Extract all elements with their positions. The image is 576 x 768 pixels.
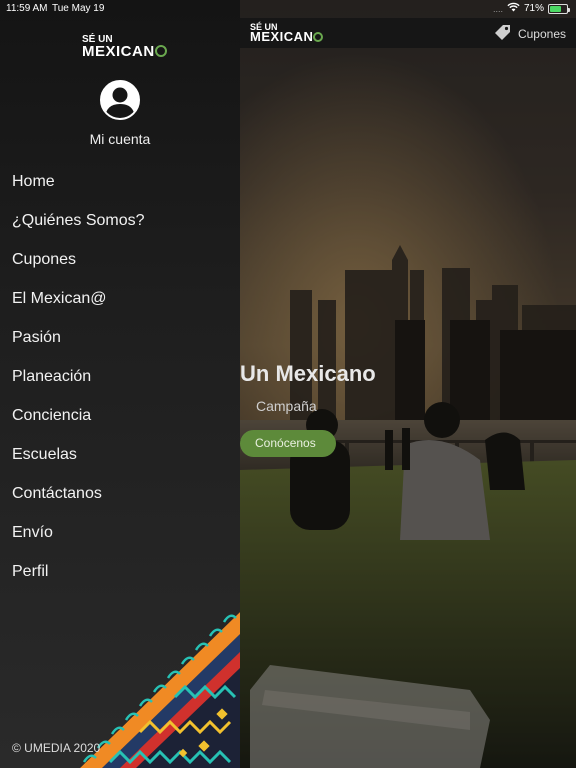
hero-title: Un Mexicano <box>240 361 376 386</box>
user-avatar-button[interactable] <box>100 80 140 120</box>
battery-fill <box>550 5 562 12</box>
logo-o-ring <box>313 32 324 42</box>
hero-subtitle: Campaña <box>256 398 317 414</box>
menu-item-envio[interactable]: Envío <box>0 513 240 552</box>
drawer-menu: Home ¿Quiénes Somos? Cupones El Mexican@… <box>0 162 240 591</box>
coupons-button[interactable]: Cupones <box>492 22 566 45</box>
logo-small-line2: MEXICAN <box>250 29 324 44</box>
top-navigation-bar: SÉ UN MEXICAN Cupones <box>240 18 576 48</box>
side-drawer: SÉ UN MEXICAN Mi cuenta Home ¿Quiénes So… <box>0 0 240 768</box>
cellular-indicator: .... <box>492 3 503 14</box>
status-right: .... 71% <box>492 2 570 15</box>
app-logo-small: SÉ UN MEXICAN <box>250 22 324 44</box>
menu-item-pasion[interactable]: Pasión <box>0 318 240 357</box>
wifi-icon <box>507 2 520 15</box>
menu-item-home[interactable]: Home <box>0 162 240 201</box>
menu-item-escuelas[interactable]: Escuelas <box>0 435 240 474</box>
battery-icon <box>548 3 570 14</box>
learn-more-button[interactable]: Conócenos <box>240 430 336 457</box>
copyright-footer: © UMEDIA 2020 <box>12 741 101 755</box>
status-time: 11:59 AM <box>6 3 48 14</box>
menu-item-about[interactable]: ¿Quiénes Somos? <box>0 201 240 240</box>
menu-item-conciencia[interactable]: Conciencia <box>0 396 240 435</box>
menu-item-el-mexican[interactable]: El Mexican@ <box>0 279 240 318</box>
app-logo: SÉ UN MEXICAN <box>82 34 167 60</box>
menu-item-contact[interactable]: Contáctanos <box>0 474 240 513</box>
user-icon <box>102 87 138 118</box>
status-date: Tue May 19 <box>52 3 105 14</box>
logo-o-ring <box>154 45 167 57</box>
account-label[interactable]: Mi cuenta <box>0 131 240 147</box>
menu-item-coupons[interactable]: Cupones <box>0 240 240 279</box>
coupons-label: Cupones <box>517 26 566 41</box>
logo-text: MEXICAN <box>82 43 155 60</box>
menu-item-perfil[interactable]: Perfil <box>0 552 240 591</box>
tag-icon <box>492 22 512 45</box>
decorative-pattern <box>80 612 240 768</box>
battery-percent: 71% <box>523 3 544 14</box>
learn-more-label: Conócenos <box>255 436 316 450</box>
menu-item-planeacion[interactable]: Planeación <box>0 357 240 396</box>
logo-small-text: MEXICAN <box>250 29 314 44</box>
status-bar: 11:59 AM Tue May 19 .... 71% <box>0 0 576 18</box>
logo-line2: MEXICAN <box>82 43 167 60</box>
